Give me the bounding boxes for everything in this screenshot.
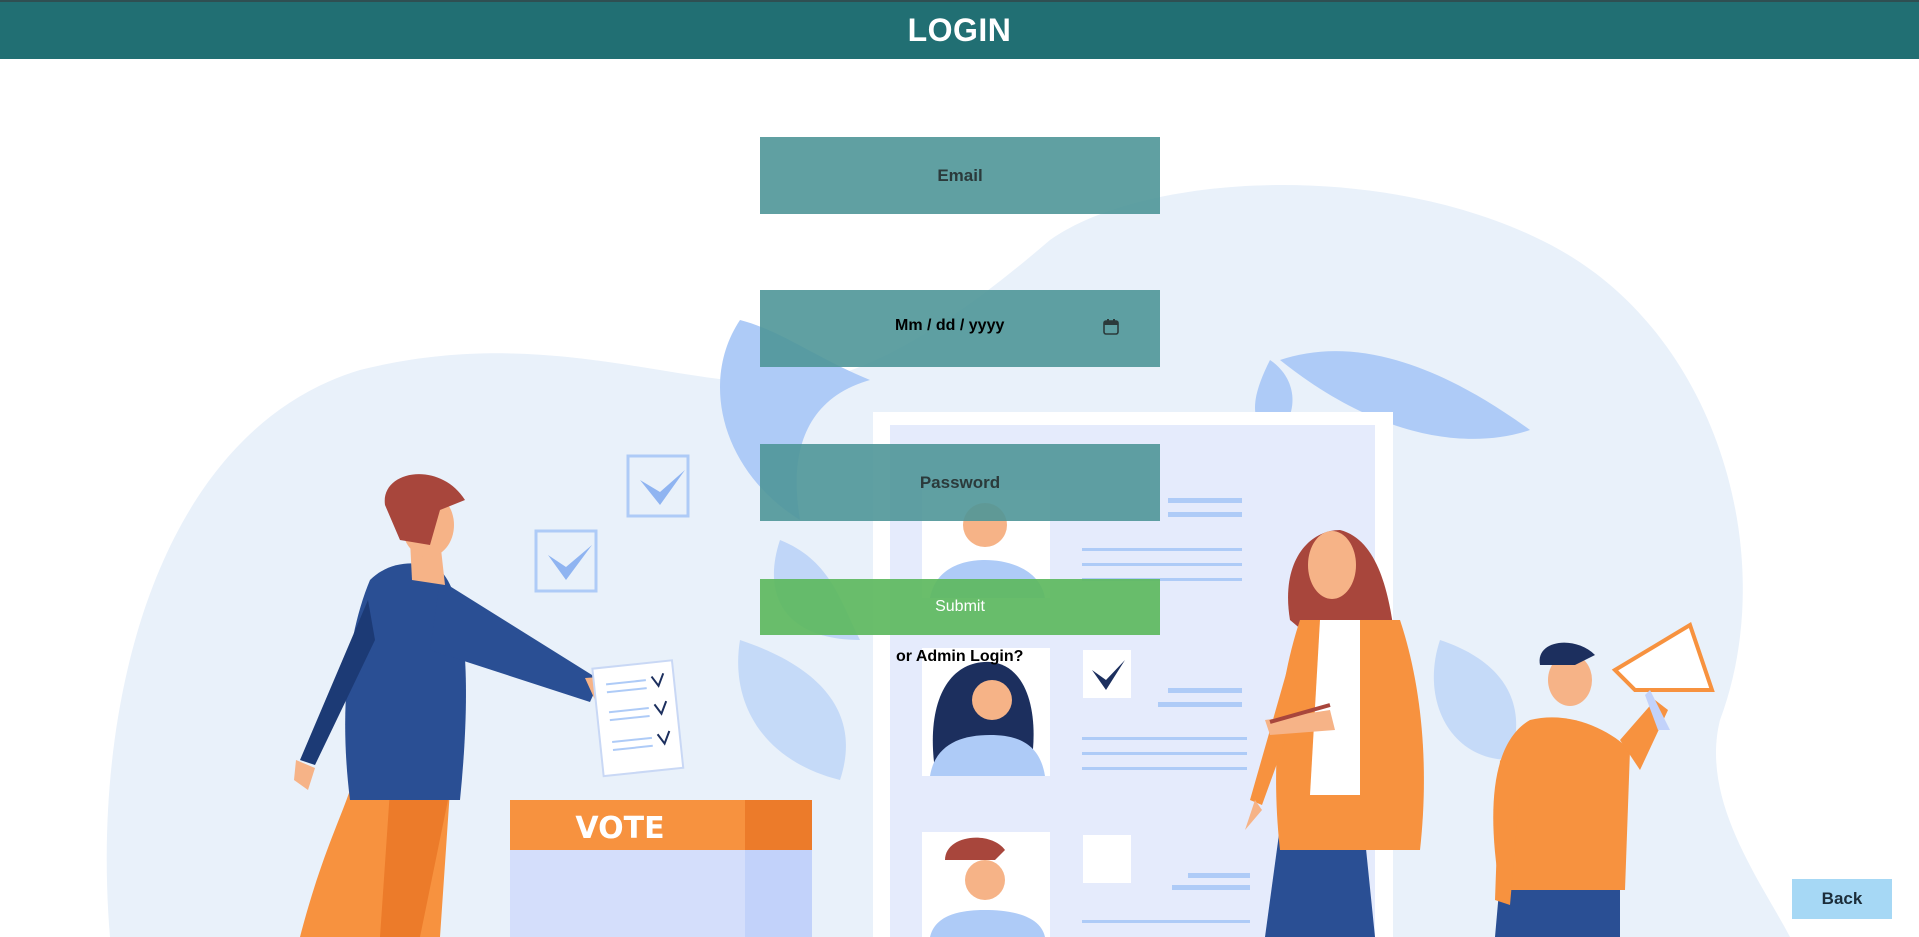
submit-button[interactable]: Submit [760,579,1160,635]
date-placeholder: Mm / dd / yyyy [895,317,1005,334]
back-button[interactable]: Back [1792,879,1892,919]
page-header: LOGIN [0,0,1919,59]
vote-label: VOTE [575,811,664,846]
admin-login-link[interactable]: or Admin Login? [896,648,1023,666]
email-field[interactable] [760,137,1160,214]
ballot-paper [591,659,685,778]
page-title: LOGIN [907,12,1012,48]
password-field[interactable] [760,444,1160,521]
calendar-icon[interactable] [1102,318,1120,336]
date-field[interactable]: Mm / dd / yyyy [760,290,1160,367]
vote-box: VOTE [510,800,812,937]
